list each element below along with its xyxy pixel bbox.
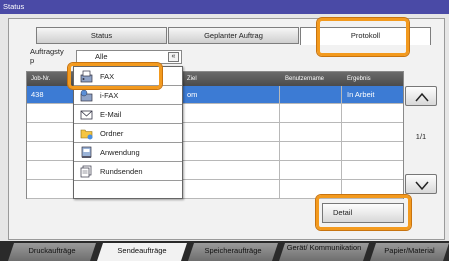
column-header-destination: Ziel [187, 76, 197, 82]
column-header-result: Ergebnis [347, 76, 371, 82]
detail-button-highlight [316, 195, 411, 230]
dropdown-item-label: E-Mail [100, 110, 122, 119]
email-icon [80, 110, 93, 120]
tab-status[interactable]: Status [36, 27, 167, 44]
cell-job-no: 438 [31, 90, 44, 99]
bottom-tab-bar: Druckaufträge Sendeaufträge Speicherauft… [0, 241, 449, 261]
dropdown-item-label: Anwendung [100, 148, 140, 157]
dropdown-item-broadcast[interactable]: Rundsenden [74, 162, 182, 181]
job-type-value: Alle [95, 52, 108, 61]
chevron-up-icon [415, 92, 429, 102]
bottom-tab-device-communication[interactable]: Gerät/ Kommunikation [279, 243, 369, 261]
broadcast-icon [80, 165, 92, 178]
column-header-job-no: Job-Nr. [31, 76, 51, 82]
scroll-up-button[interactable] [405, 86, 437, 106]
dropdown-item-label: Rundsenden [100, 167, 143, 176]
fax-item-highlight [68, 63, 162, 89]
column-divider [341, 86, 342, 198]
cell-result: In Arbeit [347, 90, 375, 99]
page-indicator: 1/1 [415, 132, 427, 141]
bottom-tab-print-jobs[interactable]: Druckaufträge [8, 243, 96, 261]
dropdown-item-folder[interactable]: Ordner [74, 124, 182, 143]
bottom-tab-send-jobs[interactable]: Sendeaufträge [97, 243, 187, 261]
scroll-controls: 1/1 [405, 82, 437, 196]
tab-scheduled-job[interactable]: Geplanter Auftrag [168, 27, 299, 44]
dropdown-item-email[interactable]: E-Mail [74, 105, 182, 124]
chevron-down-icon [415, 181, 429, 191]
job-type-label: Auftragsty p [30, 47, 64, 65]
folder-icon [80, 129, 93, 140]
bottom-tab-paper-supplies[interactable]: Papier/Material [370, 243, 449, 261]
window-title: Status [0, 0, 449, 14]
job-type-select[interactable]: Alle « [76, 50, 182, 64]
dropdown-item-label: Ordner [100, 129, 124, 138]
log-tab-highlight [317, 18, 409, 56]
double-chevron-up-icon[interactable]: « [168, 52, 179, 62]
cell-destination: om [187, 90, 198, 99]
scroll-down-button[interactable] [405, 174, 437, 194]
ifax-icon [80, 89, 93, 102]
bottom-tab-store-jobs[interactable]: Speicheraufträge [188, 243, 278, 261]
dropdown-item-application[interactable]: Anwendung [74, 143, 182, 162]
column-divider [279, 86, 280, 198]
application-icon [81, 146, 92, 158]
column-header-username: Benutzername [285, 76, 325, 82]
